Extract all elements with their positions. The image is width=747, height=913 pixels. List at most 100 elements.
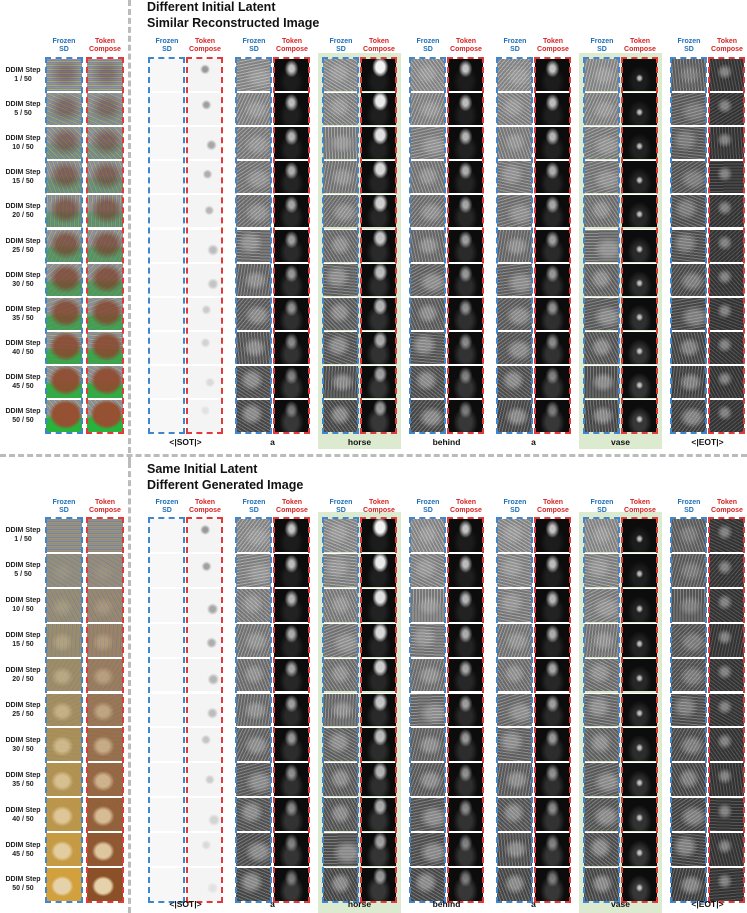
attention-map-cell bbox=[584, 728, 619, 762]
row-separator bbox=[149, 727, 184, 729]
generated-image-thumbnail bbox=[87, 553, 123, 587]
attention-map-cell bbox=[622, 263, 657, 296]
row-separator bbox=[497, 552, 532, 554]
attention-map-cell bbox=[149, 229, 184, 262]
header-word: Token bbox=[542, 499, 564, 506]
attention-map-cell bbox=[274, 553, 309, 587]
attention-map-cell bbox=[274, 400, 309, 433]
attention-map-cell bbox=[187, 59, 222, 92]
token-compose-header: Token Compose bbox=[620, 38, 660, 54]
row-separator bbox=[187, 552, 222, 554]
attention-map-cell bbox=[535, 331, 570, 364]
generated-image-thumbnail bbox=[46, 59, 82, 92]
attention-map-cell bbox=[497, 195, 532, 228]
attention-map-cell bbox=[236, 798, 271, 832]
header-word: Frozen bbox=[329, 499, 353, 506]
attention-map-cell bbox=[274, 728, 309, 762]
row-separator bbox=[671, 657, 706, 659]
frozen-sd-header: Frozen SD bbox=[408, 38, 448, 54]
attention-map-cell bbox=[448, 127, 483, 160]
row-separator bbox=[535, 194, 570, 196]
row-separator bbox=[361, 622, 396, 624]
row-separator bbox=[448, 126, 483, 128]
attention-map-cell bbox=[622, 728, 657, 762]
row-separator bbox=[274, 126, 309, 128]
attention-map-cell bbox=[236, 331, 271, 364]
attention-map-cell bbox=[187, 833, 222, 866]
row-separator bbox=[709, 692, 744, 694]
attention-map-cell bbox=[709, 553, 744, 587]
attention-map-cell bbox=[236, 519, 271, 552]
token-compose-header: Token Compose bbox=[272, 499, 312, 515]
row-separator bbox=[361, 364, 396, 366]
row-separator bbox=[535, 296, 570, 298]
row-separator bbox=[709, 867, 744, 868]
attention-map-cell bbox=[361, 93, 396, 126]
step-prefix: DDIM Step bbox=[5, 562, 41, 570]
row-separator bbox=[361, 867, 396, 868]
header-word: Frozen bbox=[590, 499, 614, 506]
attention-map-cell bbox=[361, 127, 396, 160]
attention-map-cell bbox=[236, 693, 271, 727]
step-label: DDIM Step 45 / 50 bbox=[1, 841, 45, 859]
attention-map-cell bbox=[236, 161, 271, 194]
attention-map-cell bbox=[535, 798, 570, 832]
attention-map-cell bbox=[410, 693, 445, 727]
attention-map-cell bbox=[410, 365, 445, 398]
attention-map-cell bbox=[410, 400, 445, 433]
row-separator bbox=[187, 622, 222, 624]
token-compose-header: Token Compose bbox=[185, 38, 225, 54]
generated-image-thumbnail bbox=[46, 263, 82, 296]
row-separator bbox=[622, 364, 657, 366]
row-separator bbox=[323, 92, 358, 94]
row-separator bbox=[709, 262, 744, 264]
step-label: DDIM Step 40 / 50 bbox=[1, 806, 45, 824]
generated-image-thumbnail bbox=[87, 161, 123, 194]
attention-map-cell bbox=[671, 553, 706, 587]
attention-map-cell bbox=[149, 868, 184, 901]
attention-map-cell bbox=[410, 519, 445, 552]
attention-map-cell bbox=[709, 161, 744, 194]
attention-map-cell bbox=[149, 195, 184, 228]
row-separator bbox=[584, 399, 619, 400]
row-separator bbox=[274, 797, 309, 799]
row-separator bbox=[236, 587, 271, 589]
token-compose-header: Token Compose bbox=[359, 38, 399, 54]
header-word: Compose bbox=[276, 507, 308, 514]
header-word: Compose bbox=[537, 507, 569, 514]
token-label: a bbox=[270, 437, 275, 447]
row-separator bbox=[622, 867, 657, 868]
attention-map-cell bbox=[323, 728, 358, 762]
row-separator bbox=[671, 364, 706, 366]
row-separator bbox=[622, 296, 657, 298]
row-separator bbox=[274, 330, 309, 332]
header-word: Compose bbox=[363, 46, 395, 53]
header-word: SD bbox=[597, 507, 607, 514]
row-separator bbox=[361, 762, 396, 764]
attention-map-cell bbox=[584, 553, 619, 587]
row-separator bbox=[274, 657, 309, 659]
attention-map-cell bbox=[622, 297, 657, 330]
attention-map-cell bbox=[671, 297, 706, 330]
section-subtitle-2: Different Generated Image bbox=[147, 478, 304, 492]
attention-map-cell bbox=[448, 263, 483, 296]
generated-image-thumbnail bbox=[46, 658, 82, 692]
row-separator bbox=[274, 364, 309, 366]
attention-map-cell bbox=[187, 331, 222, 364]
row-separator bbox=[622, 228, 657, 230]
attention-map-cell bbox=[535, 519, 570, 552]
attention-map-cell bbox=[448, 868, 483, 901]
attention-map-cell bbox=[410, 59, 445, 92]
attention-map-cell bbox=[274, 623, 309, 657]
row-separator bbox=[709, 762, 744, 764]
row-separator bbox=[323, 364, 358, 366]
row-separator bbox=[671, 399, 706, 400]
row-separator bbox=[709, 364, 744, 366]
row-separator bbox=[709, 622, 744, 624]
row-separator bbox=[671, 126, 706, 128]
token-compose-header: Token Compose bbox=[85, 38, 125, 54]
step-prefix: DDIM Step bbox=[5, 237, 41, 245]
attention-map-cell bbox=[410, 623, 445, 657]
step-prefix: DDIM Step bbox=[5, 408, 41, 416]
attention-map-cell bbox=[274, 127, 309, 160]
